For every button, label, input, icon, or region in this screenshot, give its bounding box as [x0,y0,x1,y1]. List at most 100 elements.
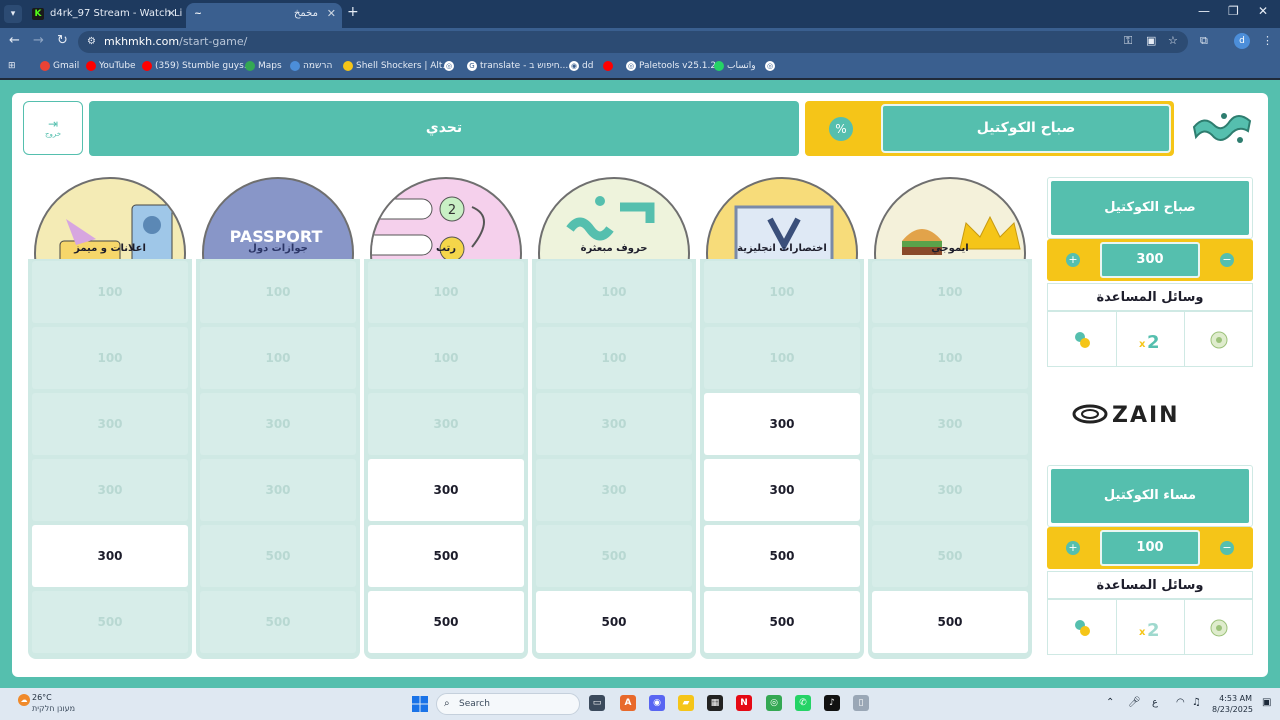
notifications-icon[interactable]: ▣ [1262,697,1271,708]
taskbar-search[interactable]: ⌕ Search [436,693,580,715]
tab-mkhmkh[interactable]: ~ مخمخ ✕ [186,3,342,28]
bookmark-register[interactable]: הרשמה [290,61,332,71]
tiktok-icon[interactable]: ♪ [824,695,840,711]
weather-widget[interactable]: ☁ 26°C מעונן חלקית [18,692,75,714]
profile-avatar[interactable]: d [1234,33,1250,49]
question-cell[interactable]: 500 [368,591,524,653]
increase-score-button[interactable]: + [1066,541,1080,555]
tab-search-button[interactable]: ▾ [4,5,22,23]
question-cell[interactable]: 500 [704,525,860,587]
close-window-icon[interactable]: ✕ [1258,4,1268,18]
reload-icon[interactable]: ↻ [57,33,68,48]
tray-chevron-icon[interactable]: ⌃ [1106,697,1114,708]
bookmark-dd[interactable]: ◉ dd [569,61,593,71]
question-cell[interactable]: 500 [872,591,1028,653]
forward-icon[interactable]: → [33,33,44,48]
new-tab-button[interactable]: + [347,4,359,20]
pit-icon [1210,331,1227,348]
question-cell: 300 [32,393,188,455]
cast-icon[interactable]: ▣ [1146,34,1156,47]
question-cell: 100 [200,327,356,389]
bookmark-star-icon[interactable]: ☆ [1168,34,1178,47]
search-icon: ⌕ [444,698,450,709]
question-cell: 300 [872,393,1028,455]
decrease-score-button[interactable]: − [1220,253,1234,267]
bookmark-youtube[interactable]: YouTube [86,61,136,71]
team-2-card: مساء الكوكتيل [1047,465,1253,527]
bookmark-translate[interactable]: Gtranslate - חיפוש ב... [467,61,568,71]
pit-icon[interactable] [1184,600,1252,654]
double-points-icon: x2 [1139,620,1160,641]
team-1-score-box: + 300 − [1047,239,1253,281]
close-tab-icon[interactable]: ✕ [327,3,336,25]
apps-grid-icon[interactable]: ⊞ [8,61,16,71]
bookmark-shell-shockers[interactable]: Shell Shockers | Alt... [343,61,451,71]
question-cell: 300 [536,459,692,521]
challenge-button[interactable]: تحدي [89,101,799,156]
site-info-icon[interactable]: ⚙ [87,31,96,53]
time: 4:53 AM [1219,694,1252,703]
question-cell[interactable]: 500 [368,525,524,587]
bookmark-whatsapp[interactable]: واتساب [714,61,756,71]
minimize-icon[interactable]: — [1198,4,1210,18]
taskbar: ☁ 26°C מעונן חלקית ⌕ Search ▭ A ◉ ▰ ▦ N … [0,688,1280,720]
exit-button[interactable]: ⇥ خروج [23,101,83,155]
bookmark-stumble[interactable]: (359) Stumble guys... [142,61,252,71]
question-cell: 300 [32,459,188,521]
double-points-icon[interactable]: x2 [1116,312,1184,366]
chrome-icon[interactable]: ◎ [766,695,782,711]
double-points-icon[interactable]: x2 [1116,600,1184,654]
url-path: /start-game/ [179,35,248,48]
language-icon[interactable]: ع [1152,697,1158,708]
netflix-icon[interactable]: N [736,695,752,711]
more-menu-icon[interactable]: ⋮ [1262,34,1273,47]
question-cell[interactable]: 500 [704,591,860,653]
call-friend-icon[interactable] [1048,600,1116,654]
restore-icon[interactable]: ❐ [1228,4,1239,18]
bookmark-paletools[interactable]: ◎ Paletools v25.1.23 [626,61,722,71]
url-field[interactable]: ⚙ mkhmkh.com/start-game/ [78,31,1188,53]
tab-kick-stream[interactable]: K d4rk_97 Stream - Watch Live on ✕ [26,3,182,25]
category-emoji: ايموجي [872,175,1028,259]
file-explorer-icon[interactable]: ▰ [678,695,694,711]
bookmark-maps[interactable]: Maps [245,61,282,71]
clock[interactable]: 4:53 AM 8/23/2025 [1212,693,1253,715]
close-tab-icon[interactable]: ✕ [167,3,176,25]
globe-icon: ◎ [444,61,454,71]
app-tile-icon[interactable]: ▦ [707,695,723,711]
question-cell[interactable]: 500 [536,591,692,653]
task-view-icon[interactable]: ▭ [589,695,605,711]
call-friend-icon [1075,619,1090,636]
back-icon[interactable]: ← [9,33,20,48]
question-cell: 500 [872,525,1028,587]
extensions-icon[interactable]: ⧉ [1200,34,1208,48]
windows-start-icon[interactable] [412,696,428,712]
svg-text:x: x [1139,339,1146,350]
mouse-icon[interactable]: ▯ [853,695,869,711]
call-friend-icon[interactable] [1048,312,1116,366]
bookmark-gmail[interactable]: Gmail [40,61,79,71]
question-cell[interactable]: 300 [704,393,860,455]
svg-text:2: 2 [448,203,456,218]
zain-logo: ZAIN [1072,403,1178,427]
decrease-score-button[interactable]: − [1220,541,1234,555]
percent-icon[interactable]: % [829,117,853,141]
exit-icon: ⇥ [47,117,59,131]
question-cell[interactable]: 300 [704,459,860,521]
whatsapp-icon [714,61,724,71]
app-a-icon[interactable]: A [620,695,636,711]
pit-icon[interactable] [1184,312,1252,366]
question-cell: 100 [872,261,1028,323]
question-cell[interactable]: 300 [368,459,524,521]
wifi-icon[interactable]: ◠ [1176,697,1185,708]
whatsapp-icon[interactable]: ✆ [795,695,811,711]
increase-score-button[interactable]: + [1066,253,1080,267]
discord-icon[interactable]: ◉ [649,695,665,711]
search-placeholder: Search [459,699,490,709]
volume-icon[interactable]: ♫ [1192,697,1201,708]
question-cell[interactable]: 300 [32,525,188,587]
password-key-icon[interactable]: ⚿ [1124,34,1132,48]
microphone-icon[interactable]: 🎤︎ [1128,697,1141,708]
url-host: mkhmkh.com [104,35,180,48]
team-1-card: صباح الكوكتيل [1047,177,1253,239]
